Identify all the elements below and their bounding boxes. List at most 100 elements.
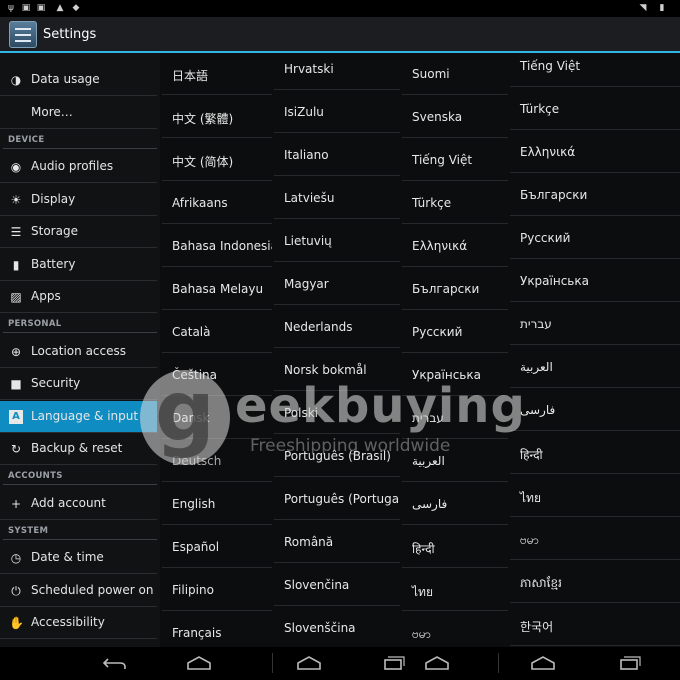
language-option[interactable]: हिन्दी	[510, 432, 680, 474]
language-option[interactable]: 日本語	[162, 53, 272, 95]
sidebar-item-location-access[interactable]: ⊕ Location access	[0, 336, 157, 368]
language-label: فارسی	[412, 497, 448, 511]
language-option[interactable]: 中文 (简体)	[162, 139, 272, 181]
sidebar-item-more[interactable]: More…	[0, 97, 157, 129]
language-option[interactable]: فارسی	[402, 483, 508, 525]
language-option[interactable]: Tiếng Việt	[510, 53, 680, 87]
language-option[interactable]: Català	[162, 311, 272, 353]
recent-apps-icon[interactable]	[380, 655, 406, 671]
storage-icon: ☰	[10, 225, 22, 239]
sidebar-item-data-usage[interactable]: ◑ Data usage	[0, 64, 157, 96]
language-option[interactable]: हिन्दी	[402, 526, 508, 568]
language-option[interactable]: עברית	[402, 397, 508, 439]
language-option[interactable]: Norsk bokmål	[274, 349, 400, 391]
language-option[interactable]: Български	[510, 174, 680, 216]
language-option[interactable]: ไทย	[510, 475, 680, 517]
language-option[interactable]: Português (Brasil)	[274, 435, 400, 477]
language-label: Lietuvių	[284, 234, 332, 248]
recent-apps-icon[interactable]	[616, 655, 642, 671]
language-option[interactable]: English	[162, 483, 272, 525]
language-option[interactable]: Slovenščina	[274, 607, 400, 647]
language-option[interactable]: Slovenčina	[274, 564, 400, 606]
home-icon[interactable]	[186, 655, 212, 671]
sidebar-item-label: Accessibility	[31, 615, 105, 629]
sidebar-item-scheduled-power[interactable]: ⏻ Scheduled power on &	[0, 575, 157, 607]
language-option[interactable]: Suomi	[402, 53, 508, 95]
settings-sliders-icon[interactable]	[9, 21, 37, 48]
home-icon[interactable]	[530, 655, 556, 671]
language-option[interactable]: Ελληνικά	[402, 225, 508, 267]
language-label: Italiano	[284, 148, 329, 162]
sidebar-item-label: Backup & reset	[31, 441, 123, 455]
back-icon[interactable]	[102, 655, 128, 671]
language-option[interactable]: فارسی	[510, 389, 680, 431]
language-option[interactable]: Afrikaans	[162, 182, 272, 224]
home-icon[interactable]	[424, 655, 450, 671]
language-option[interactable]: ဗမာ	[510, 518, 680, 560]
language-option[interactable]: Filipino	[162, 569, 272, 611]
language-option[interactable]: Bahasa Indonesia	[162, 225, 272, 267]
language-option[interactable]: Tiếng Việt	[402, 139, 508, 181]
sidebar-item-display[interactable]: ☀ Display	[0, 184, 157, 216]
language-option[interactable]: Svenska	[402, 96, 508, 138]
sidebar-item-apps[interactable]: ▨ Apps	[0, 281, 157, 313]
language-option[interactable]: Português (Portugal)	[274, 478, 400, 520]
language-label: Filipino	[172, 583, 214, 597]
language-option[interactable]: ไทย	[402, 569, 508, 611]
sidebar-item-audio-profiles[interactable]: ◉ Audio profiles	[0, 151, 157, 183]
section-divider	[3, 148, 157, 149]
language-option[interactable]: 中文 (繁體)	[162, 96, 272, 138]
language-option[interactable]: Nederlands	[274, 306, 400, 348]
language-option[interactable]: Français	[162, 612, 272, 647]
language-label: 한국어	[520, 620, 554, 634]
battery-icon: ▮	[12, 258, 20, 272]
language-option[interactable]: Ελληνικά	[510, 131, 680, 173]
language-option[interactable]: Čeština	[162, 354, 272, 396]
sidebar-item-accessibility[interactable]: ✋ Accessibility	[0, 607, 157, 639]
language-option[interactable]: Lietuvių	[274, 220, 400, 262]
language-option[interactable]: Italiano	[274, 134, 400, 176]
sidebar-item-language-input[interactable]: A Language & input	[0, 401, 157, 433]
language-option[interactable]: IsiZulu	[274, 91, 400, 133]
language-option[interactable]: Türkçe	[510, 88, 680, 130]
language-option[interactable]: Русский	[510, 217, 680, 259]
language-option[interactable]: עברית	[510, 303, 680, 345]
settings-sidebar: ◑ Data usage More… DEVICE ◉ Audio profil…	[0, 53, 160, 647]
language-option[interactable]: ភាសាខ្មែរ	[510, 561, 680, 603]
language-option[interactable]: Español	[162, 526, 272, 568]
language-option[interactable]: Dansk	[162, 397, 272, 439]
image-icon: ▣	[36, 3, 46, 13]
language-option[interactable]: ဗမာ	[402, 612, 508, 647]
sidebar-item-date-time[interactable]: ◷ Date & time	[0, 542, 157, 574]
language-option[interactable]: 한국어	[510, 604, 680, 646]
language-option[interactable]: العربية	[510, 346, 680, 388]
language-option[interactable]: Türkçe	[402, 182, 508, 224]
language-option[interactable]: العربية	[402, 440, 508, 482]
sidebar-item-battery[interactable]: ▮ Battery	[0, 249, 157, 281]
page-title: Settings	[43, 27, 97, 42]
sidebar-item-label: Display	[31, 192, 76, 206]
backup-icon: ↻	[10, 442, 22, 456]
sidebar-item-backup-reset[interactable]: ↻ Backup & reset	[0, 433, 157, 465]
language-label: فارسی	[520, 403, 556, 417]
language-option[interactable]: Română	[274, 521, 400, 563]
language-option[interactable]: Hrvatski	[274, 53, 400, 90]
language-option[interactable]: Deutsch	[162, 440, 272, 482]
language-option[interactable]: Bahasa Melayu	[162, 268, 272, 310]
language-option[interactable]: Latviešu	[274, 177, 400, 219]
language-option[interactable]: Polski	[274, 392, 400, 434]
sidebar-item-storage[interactable]: ☰ Storage	[0, 216, 157, 248]
add-icon: +	[10, 497, 22, 511]
sidebar-item-security[interactable]: ■ Security	[0, 368, 157, 400]
language-option[interactable]: Русский	[402, 311, 508, 353]
language-option[interactable]: Українська	[510, 260, 680, 302]
language-option[interactable]: Magyar	[274, 263, 400, 305]
language-option[interactable]: Български	[402, 268, 508, 310]
language-label: हिन्दी	[520, 448, 543, 462]
language-option[interactable]: Українська	[402, 354, 508, 396]
language-label: Polski	[284, 406, 319, 420]
language-label: 中文 (简体)	[172, 155, 234, 169]
home-icon[interactable]	[296, 655, 322, 671]
section-divider	[3, 332, 157, 333]
sidebar-item-add-account[interactable]: + Add account	[0, 488, 157, 520]
